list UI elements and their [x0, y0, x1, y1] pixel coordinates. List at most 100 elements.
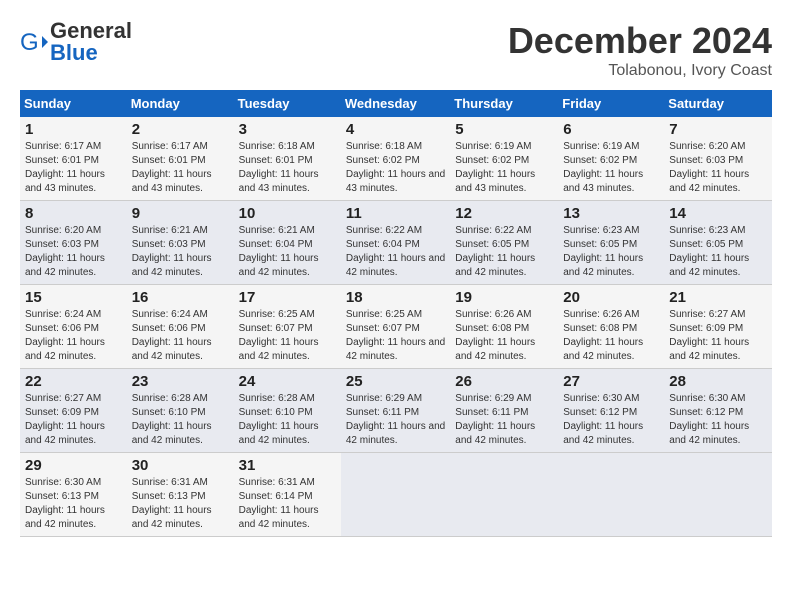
table-row: 13 Sunrise: 6:23 AMSunset: 6:05 PMDayligh…	[558, 201, 664, 285]
logo-icon: G	[20, 28, 48, 56]
day-number: 6	[563, 121, 659, 138]
day-number: 15	[25, 289, 122, 306]
day-number: 23	[132, 373, 229, 390]
day-number: 2	[132, 121, 229, 138]
col-thursday: Thursday	[450, 90, 558, 117]
day-number: 28	[669, 373, 767, 390]
day-info: Sunrise: 6:24 AMSunset: 6:06 PMDaylight:…	[25, 309, 105, 362]
day-number: 10	[239, 205, 336, 222]
col-wednesday: Wednesday	[341, 90, 450, 117]
table-row: 3 Sunrise: 6:18 AMSunset: 6:01 PMDaylight…	[234, 117, 341, 201]
day-info: Sunrise: 6:19 AMSunset: 6:02 PMDaylight:…	[455, 141, 535, 194]
day-info: Sunrise: 6:18 AMSunset: 6:01 PMDaylight:…	[239, 141, 319, 194]
day-number: 5	[455, 121, 553, 138]
logo: G GeneralBlue	[20, 20, 132, 64]
col-saturday: Saturday	[664, 90, 772, 117]
day-info: Sunrise: 6:19 AMSunset: 6:02 PMDaylight:…	[563, 141, 643, 194]
table-row: 30 Sunrise: 6:31 AMSunset: 6:13 PMDayligh…	[127, 453, 234, 537]
day-number: 9	[132, 205, 229, 222]
table-row: 27Sunrise: 6:30 AMSunset: 6:12 PMDayligh…	[558, 369, 664, 453]
calendar-table: Sunday Monday Tuesday Wednesday Thursday…	[20, 90, 772, 537]
table-row: 10 Sunrise: 6:21 AMSunset: 6:04 PMDayligh…	[234, 201, 341, 285]
day-info: Sunrise: 6:29 AMSunset: 6:11 PMDaylight:…	[455, 393, 535, 446]
table-row: 22 Sunrise: 6:27 AMSunset: 6:09 PMDayligh…	[20, 369, 127, 453]
day-info: Sunrise: 6:21 AMSunset: 6:04 PMDaylight:…	[239, 225, 319, 278]
day-info: Sunrise: 6:20 AMSunset: 6:03 PMDaylight:…	[669, 141, 749, 194]
calendar-week-row: 8 Sunrise: 6:20 AMSunset: 6:03 PMDaylight…	[20, 201, 772, 285]
col-tuesday: Tuesday	[234, 90, 341, 117]
day-number: 25	[346, 373, 445, 390]
table-row	[450, 453, 558, 537]
day-info: Sunrise: 6:30 AMSunset: 6:12 PMDaylight:…	[563, 393, 643, 446]
day-number: 14	[669, 205, 767, 222]
table-row: 24 Sunrise: 6:28 AMSunset: 6:10 PMDayligh…	[234, 369, 341, 453]
calendar-header: Sunday Monday Tuesday Wednesday Thursday…	[20, 90, 772, 117]
day-number: 13	[563, 205, 659, 222]
day-number: 22	[25, 373, 122, 390]
table-row: 20Sunrise: 6:26 AMSunset: 6:08 PMDayligh…	[558, 285, 664, 369]
day-info: Sunrise: 6:20 AMSunset: 6:03 PMDaylight:…	[25, 225, 105, 278]
calendar-week-row: 15 Sunrise: 6:24 AMSunset: 6:06 PMDayligh…	[20, 285, 772, 369]
day-number: 29	[25, 457, 122, 474]
day-info: Sunrise: 6:28 AMSunset: 6:10 PMDaylight:…	[239, 393, 319, 446]
day-info: Sunrise: 6:30 AMSunset: 6:13 PMDaylight:…	[25, 477, 105, 530]
day-number: 12	[455, 205, 553, 222]
table-row	[664, 453, 772, 537]
day-info: Sunrise: 6:17 AMSunset: 6:01 PMDaylight:…	[132, 141, 212, 194]
day-info: Sunrise: 6:30 AMSunset: 6:12 PMDaylight:…	[669, 393, 749, 446]
header-row: Sunday Monday Tuesday Wednesday Thursday…	[20, 90, 772, 117]
table-row: 14 Sunrise: 6:23 AMSunset: 6:05 PMDayligh…	[664, 201, 772, 285]
table-row: 11Sunrise: 6:22 AMSunset: 6:04 PMDayligh…	[341, 201, 450, 285]
day-info: Sunrise: 6:23 AMSunset: 6:05 PMDaylight:…	[669, 225, 749, 278]
day-number: 19	[455, 289, 553, 306]
day-number: 11	[346, 205, 445, 222]
table-row: 12 Sunrise: 6:22 AMSunset: 6:05 PMDayligh…	[450, 201, 558, 285]
day-number: 24	[239, 373, 336, 390]
day-info: Sunrise: 6:31 AMSunset: 6:13 PMDaylight:…	[132, 477, 212, 530]
table-row: 9 Sunrise: 6:21 AMSunset: 6:03 PMDaylight…	[127, 201, 234, 285]
day-number: 30	[132, 457, 229, 474]
title-block: December 2024 Tolabonou, Ivory Coast	[508, 20, 772, 80]
table-row: 15 Sunrise: 6:24 AMSunset: 6:06 PMDayligh…	[20, 285, 127, 369]
day-number: 17	[239, 289, 336, 306]
table-row: 16Sunrise: 6:24 AMSunset: 6:06 PMDayligh…	[127, 285, 234, 369]
day-info: Sunrise: 6:25 AMSunset: 6:07 PMDaylight:…	[239, 309, 319, 362]
day-number: 4	[346, 121, 445, 138]
svg-text:G: G	[20, 29, 39, 56]
table-row: 25 Sunrise: 6:29 AMSunset: 6:11 PMDayligh…	[341, 369, 450, 453]
day-info: Sunrise: 6:31 AMSunset: 6:14 PMDaylight:…	[239, 477, 319, 530]
day-info: Sunrise: 6:27 AMSunset: 6:09 PMDaylight:…	[669, 309, 749, 362]
month-title: December 2024	[508, 20, 772, 62]
day-info: Sunrise: 6:26 AMSunset: 6:08 PMDaylight:…	[455, 309, 535, 362]
day-info: Sunrise: 6:23 AMSunset: 6:05 PMDaylight:…	[563, 225, 643, 278]
day-info: Sunrise: 6:21 AMSunset: 6:03 PMDaylight:…	[132, 225, 212, 278]
table-row: 5 Sunrise: 6:19 AMSunset: 6:02 PMDaylight…	[450, 117, 558, 201]
table-row: 28 Sunrise: 6:30 AMSunset: 6:12 PMDayligh…	[664, 369, 772, 453]
day-number: 3	[239, 121, 336, 138]
logo-blue: Blue	[50, 40, 98, 65]
day-number: 8	[25, 205, 122, 222]
day-number: 31	[239, 457, 336, 474]
logo-text: GeneralBlue	[50, 20, 132, 64]
day-info: Sunrise: 6:22 AMSunset: 6:05 PMDaylight:…	[455, 225, 535, 278]
table-row: 6 Sunrise: 6:19 AMSunset: 6:02 PMDaylight…	[558, 117, 664, 201]
table-row: 1 Sunrise: 6:17 AMSunset: 6:01 PMDaylight…	[20, 117, 127, 201]
day-number: 7	[669, 121, 767, 138]
table-row: 18Sunrise: 6:25 AMSunset: 6:07 PMDayligh…	[341, 285, 450, 369]
col-friday: Friday	[558, 90, 664, 117]
table-row: 23 Sunrise: 6:28 AMSunset: 6:10 PMDayligh…	[127, 369, 234, 453]
day-number: 21	[669, 289, 767, 306]
day-info: Sunrise: 6:17 AMSunset: 6:01 PMDaylight:…	[25, 141, 105, 194]
table-row: 21 Sunrise: 6:27 AMSunset: 6:09 PMDayligh…	[664, 285, 772, 369]
table-row: 2 Sunrise: 6:17 AMSunset: 6:01 PMDaylight…	[127, 117, 234, 201]
table-row: 31 Sunrise: 6:31 AMSunset: 6:14 PMDayligh…	[234, 453, 341, 537]
location-title: Tolabonou, Ivory Coast	[508, 62, 772, 80]
col-monday: Monday	[127, 90, 234, 117]
day-number: 1	[25, 121, 122, 138]
day-info: Sunrise: 6:29 AMSunset: 6:11 PMDaylight:…	[346, 393, 445, 446]
day-info: Sunrise: 6:27 AMSunset: 6:09 PMDaylight:…	[25, 393, 105, 446]
day-info: Sunrise: 6:28 AMSunset: 6:10 PMDaylight:…	[132, 393, 212, 446]
page-header: G GeneralBlue December 2024 Tolabonou, I…	[20, 20, 772, 80]
table-row: 8 Sunrise: 6:20 AMSunset: 6:03 PMDaylight…	[20, 201, 127, 285]
table-row: 26Sunrise: 6:29 AMSunset: 6:11 PMDayligh…	[450, 369, 558, 453]
